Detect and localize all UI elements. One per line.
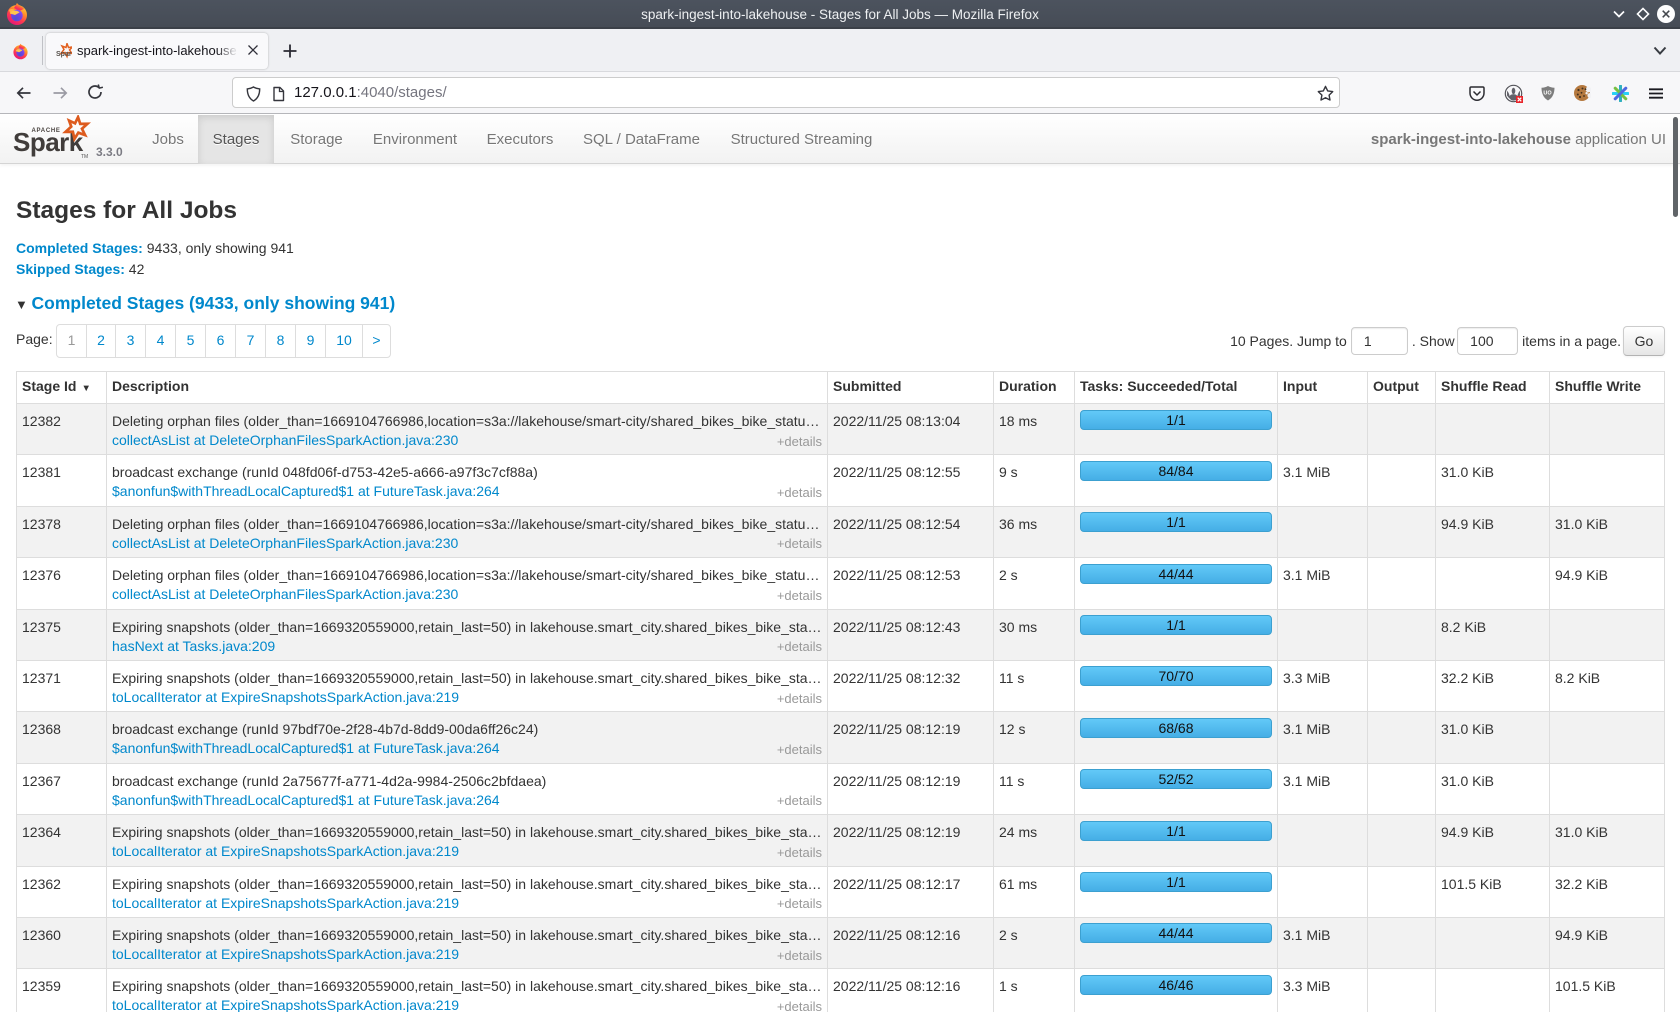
svg-text:UO: UO [1543, 91, 1552, 97]
svg-text:Spark: Spark [56, 51, 72, 58]
